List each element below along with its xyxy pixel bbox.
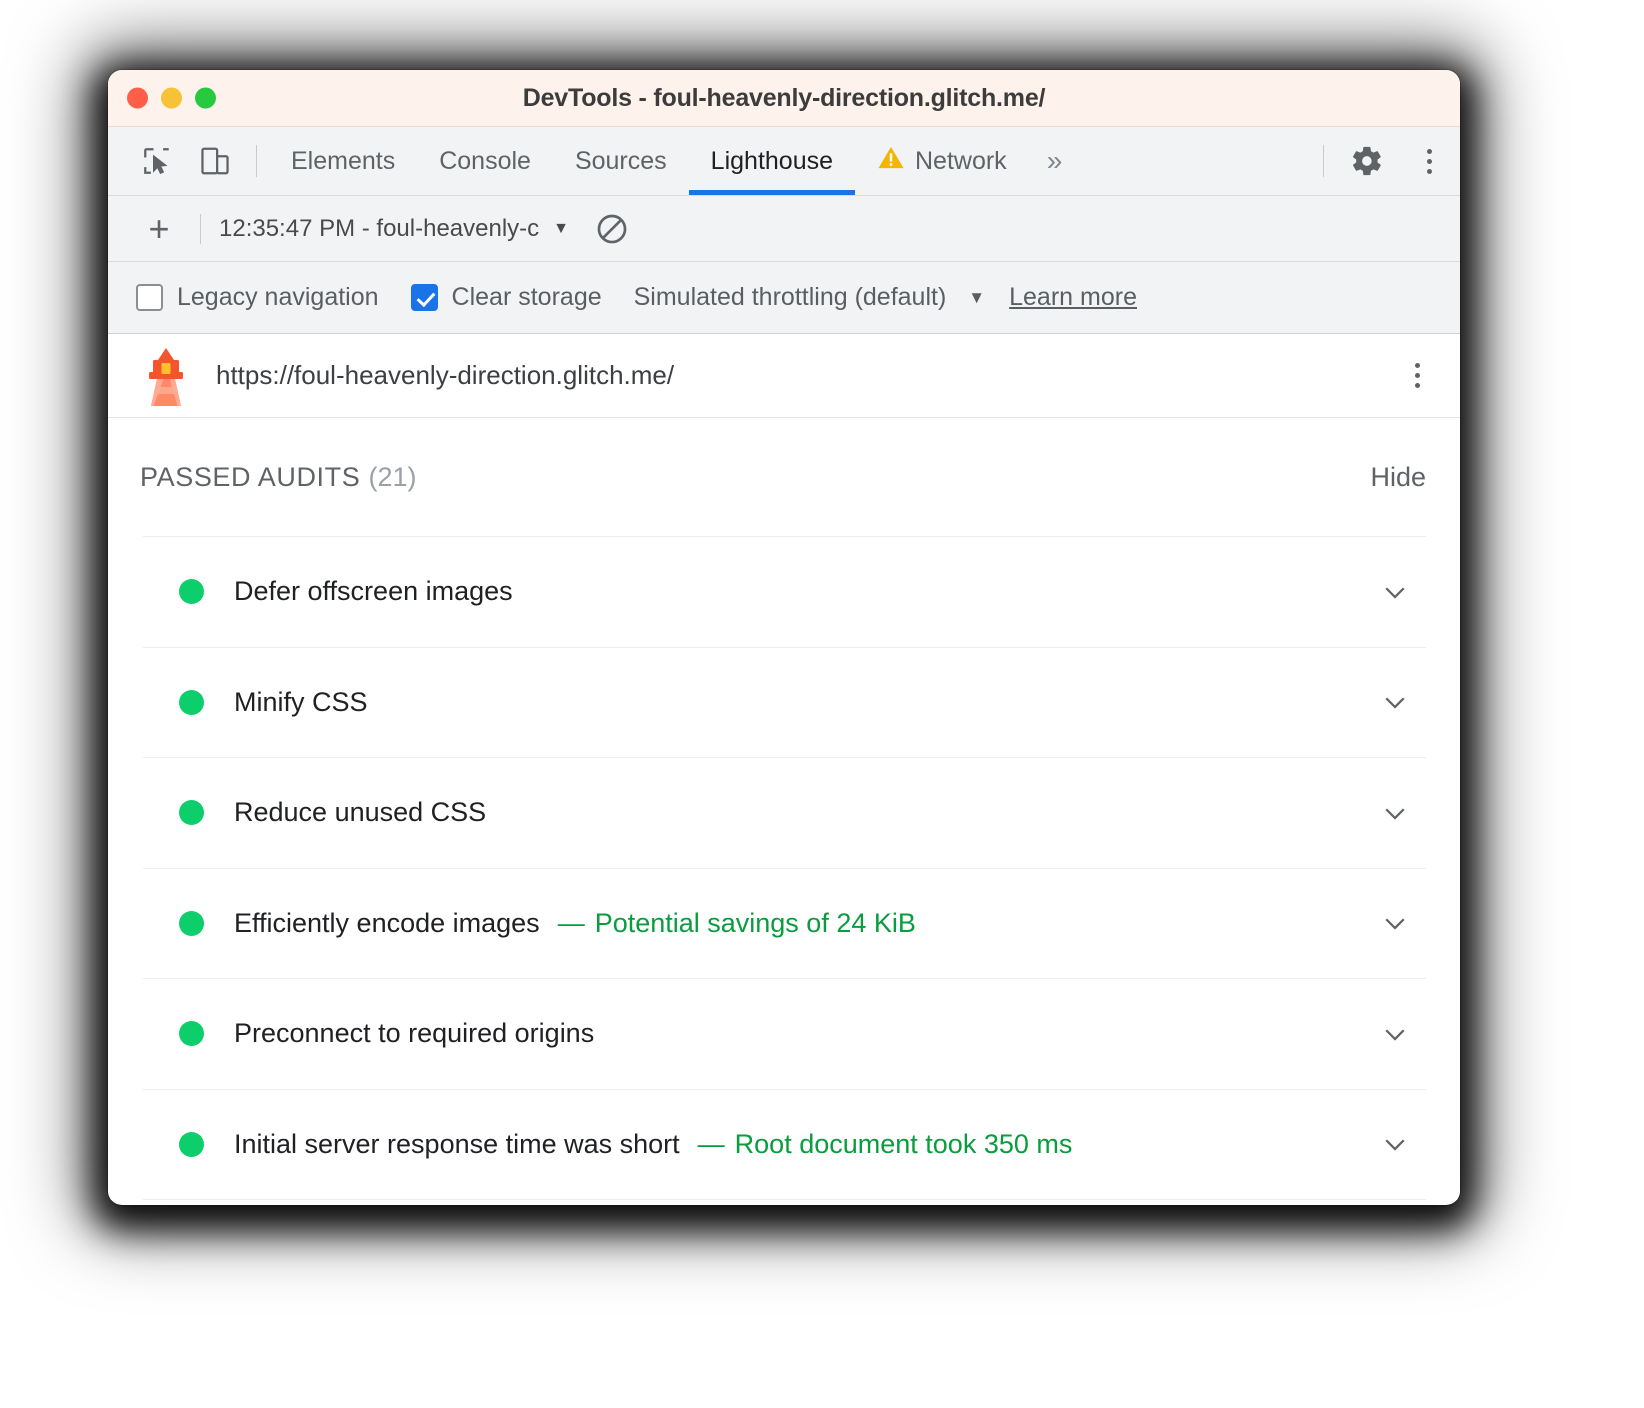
audit-subtitle-dash: — [698,1129,725,1159]
checkbox-box [136,284,163,311]
tab-label: Elements [291,147,395,176]
warning-triangle-icon [877,145,905,177]
tab-sources[interactable]: Sources [553,127,689,195]
clear-storage-label: Clear storage [452,283,602,312]
gear-icon[interactable] [1336,127,1398,195]
tabbar-actions [1311,127,1460,195]
audit-row[interactable]: Defer offscreen images [143,537,1426,648]
chevron-down-icon[interactable] [1378,796,1412,830]
legacy-navigation-checkbox[interactable]: Legacy navigation [136,283,379,312]
learn-more-link[interactable]: Learn more [1009,283,1137,312]
audit-row[interactable]: Reduce unused CSS [143,758,1426,869]
pass-status-dot-icon [179,1021,204,1046]
more-tabs-icon[interactable]: » [1029,127,1081,195]
audit-subtitle: — Potential savings of 24 KiB [558,908,916,939]
window-titlebar: DevTools - foul-heavenly-direction.glitc… [108,70,1460,127]
main-menu-kebab-icon[interactable] [1398,127,1460,195]
chevron-down-icon[interactable] [1378,685,1412,719]
new-report-button[interactable]: + [136,211,182,247]
inspect-cursor-icon[interactable] [128,127,186,195]
audit-row[interactable]: Minify CSS [143,648,1426,759]
passed-audits-count: (21) [368,462,416,492]
audit-subtitle-text: Potential savings of 24 KiB [595,908,916,938]
tab-elements[interactable]: Elements [269,127,417,195]
audit-row[interactable]: Efficiently encode images — Potential sav… [143,869,1426,980]
kebab-dots [1415,363,1420,388]
screenshot-root: DevTools - foul-heavenly-direction.glitc… [0,0,1644,1408]
audit-title: Defer offscreen images [234,576,513,607]
zoom-window-button[interactable] [195,88,216,109]
device-toolbar-icon[interactable] [186,127,244,195]
passed-audits-title: PASSED AUDITS (21) [140,462,416,493]
report-url: https://foul-heavenly-direction.glitch.m… [216,360,674,391]
tab-label: Console [439,147,531,176]
pass-status-dot-icon [179,1132,204,1157]
chevron-down-icon[interactable] [1378,1127,1412,1161]
report-select-value: 12:35:47 PM - foul-heavenly-c [219,215,539,243]
passed-audits-list: Defer offscreen images Minify CSS Reduce… [143,536,1426,1200]
tab-console[interactable]: Console [417,127,553,195]
clear-report-icon[interactable] [595,212,629,246]
devtools-window: DevTools - foul-heavenly-direction.glitc… [108,70,1460,1205]
lighthouse-icon [138,346,194,406]
pass-status-dot-icon [179,579,204,604]
audit-title: Minify CSS [234,687,368,718]
audit-title: Initial server response time was short [234,1129,680,1160]
pass-status-dot-icon [179,690,204,715]
tab-label: Lighthouse [711,147,833,176]
checkbox-box-checked [411,284,438,311]
legacy-navigation-label: Legacy navigation [177,283,379,312]
passed-audits-header: PASSED AUDITS (21) Hide [140,418,1426,536]
lighthouse-toolbar: + 12:35:47 PM - foul-heavenly-c ▼ [108,196,1460,262]
hide-passed-audits-button[interactable]: Hide [1370,462,1426,493]
toolbar-divider [200,214,201,244]
pass-status-dot-icon [179,800,204,825]
throttling-value: Simulated throttling (default) [634,283,947,312]
audit-row[interactable]: Initial server response time was short —… [143,1090,1426,1201]
audit-subtitle-text: Root document took 350 ms [735,1129,1073,1159]
close-window-button[interactable] [127,88,148,109]
audit-title: Reduce unused CSS [234,797,486,828]
passed-audits-section: PASSED AUDITS (21) Hide Defer offscreen … [108,418,1460,1200]
pass-status-dot-icon [179,911,204,936]
audit-subtitle-dash: — [558,908,585,938]
chevron-down-icon[interactable] [1378,1017,1412,1051]
tab-label: Network [915,147,1007,176]
audit-title: Preconnect to required origins [234,1018,594,1049]
tab-label: Sources [575,147,667,176]
report-url-row: https://foul-heavenly-direction.glitch.m… [108,334,1460,418]
minimize-window-button[interactable] [161,88,182,109]
devtools-tabbar: Elements Console Sources Lighthouse [108,127,1460,196]
window-title: DevTools - foul-heavenly-direction.glitc… [523,84,1046,113]
audit-title: Efficiently encode images [234,908,540,939]
passed-audits-title-text: PASSED AUDITS [140,462,360,492]
tabbar-divider [256,145,257,177]
tab-lighthouse[interactable]: Lighthouse [689,127,855,195]
kebab-dots [1427,149,1432,174]
audit-row[interactable]: Preconnect to required origins [143,979,1426,1090]
throttling-select[interactable]: Simulated throttling (default) ▼ [634,283,986,312]
tab-network[interactable]: Network [855,127,1029,195]
report-menu-kebab-icon[interactable] [1403,353,1432,398]
tabbar-actions-divider [1323,145,1324,177]
report-select[interactable]: 12:35:47 PM - foul-heavenly-c ▼ [219,215,569,243]
audit-subtitle: — Root document took 350 ms [698,1129,1073,1160]
chevron-down-icon: ▼ [553,220,569,238]
chevron-down-icon[interactable] [1378,906,1412,940]
chevron-down-icon: ▼ [968,288,985,308]
clear-storage-checkbox[interactable]: Clear storage [411,283,602,312]
chevron-down-icon[interactable] [1378,575,1412,609]
window-traffic-lights [127,88,216,109]
lighthouse-settings-row: Legacy navigation Clear storage Simulate… [108,262,1460,334]
